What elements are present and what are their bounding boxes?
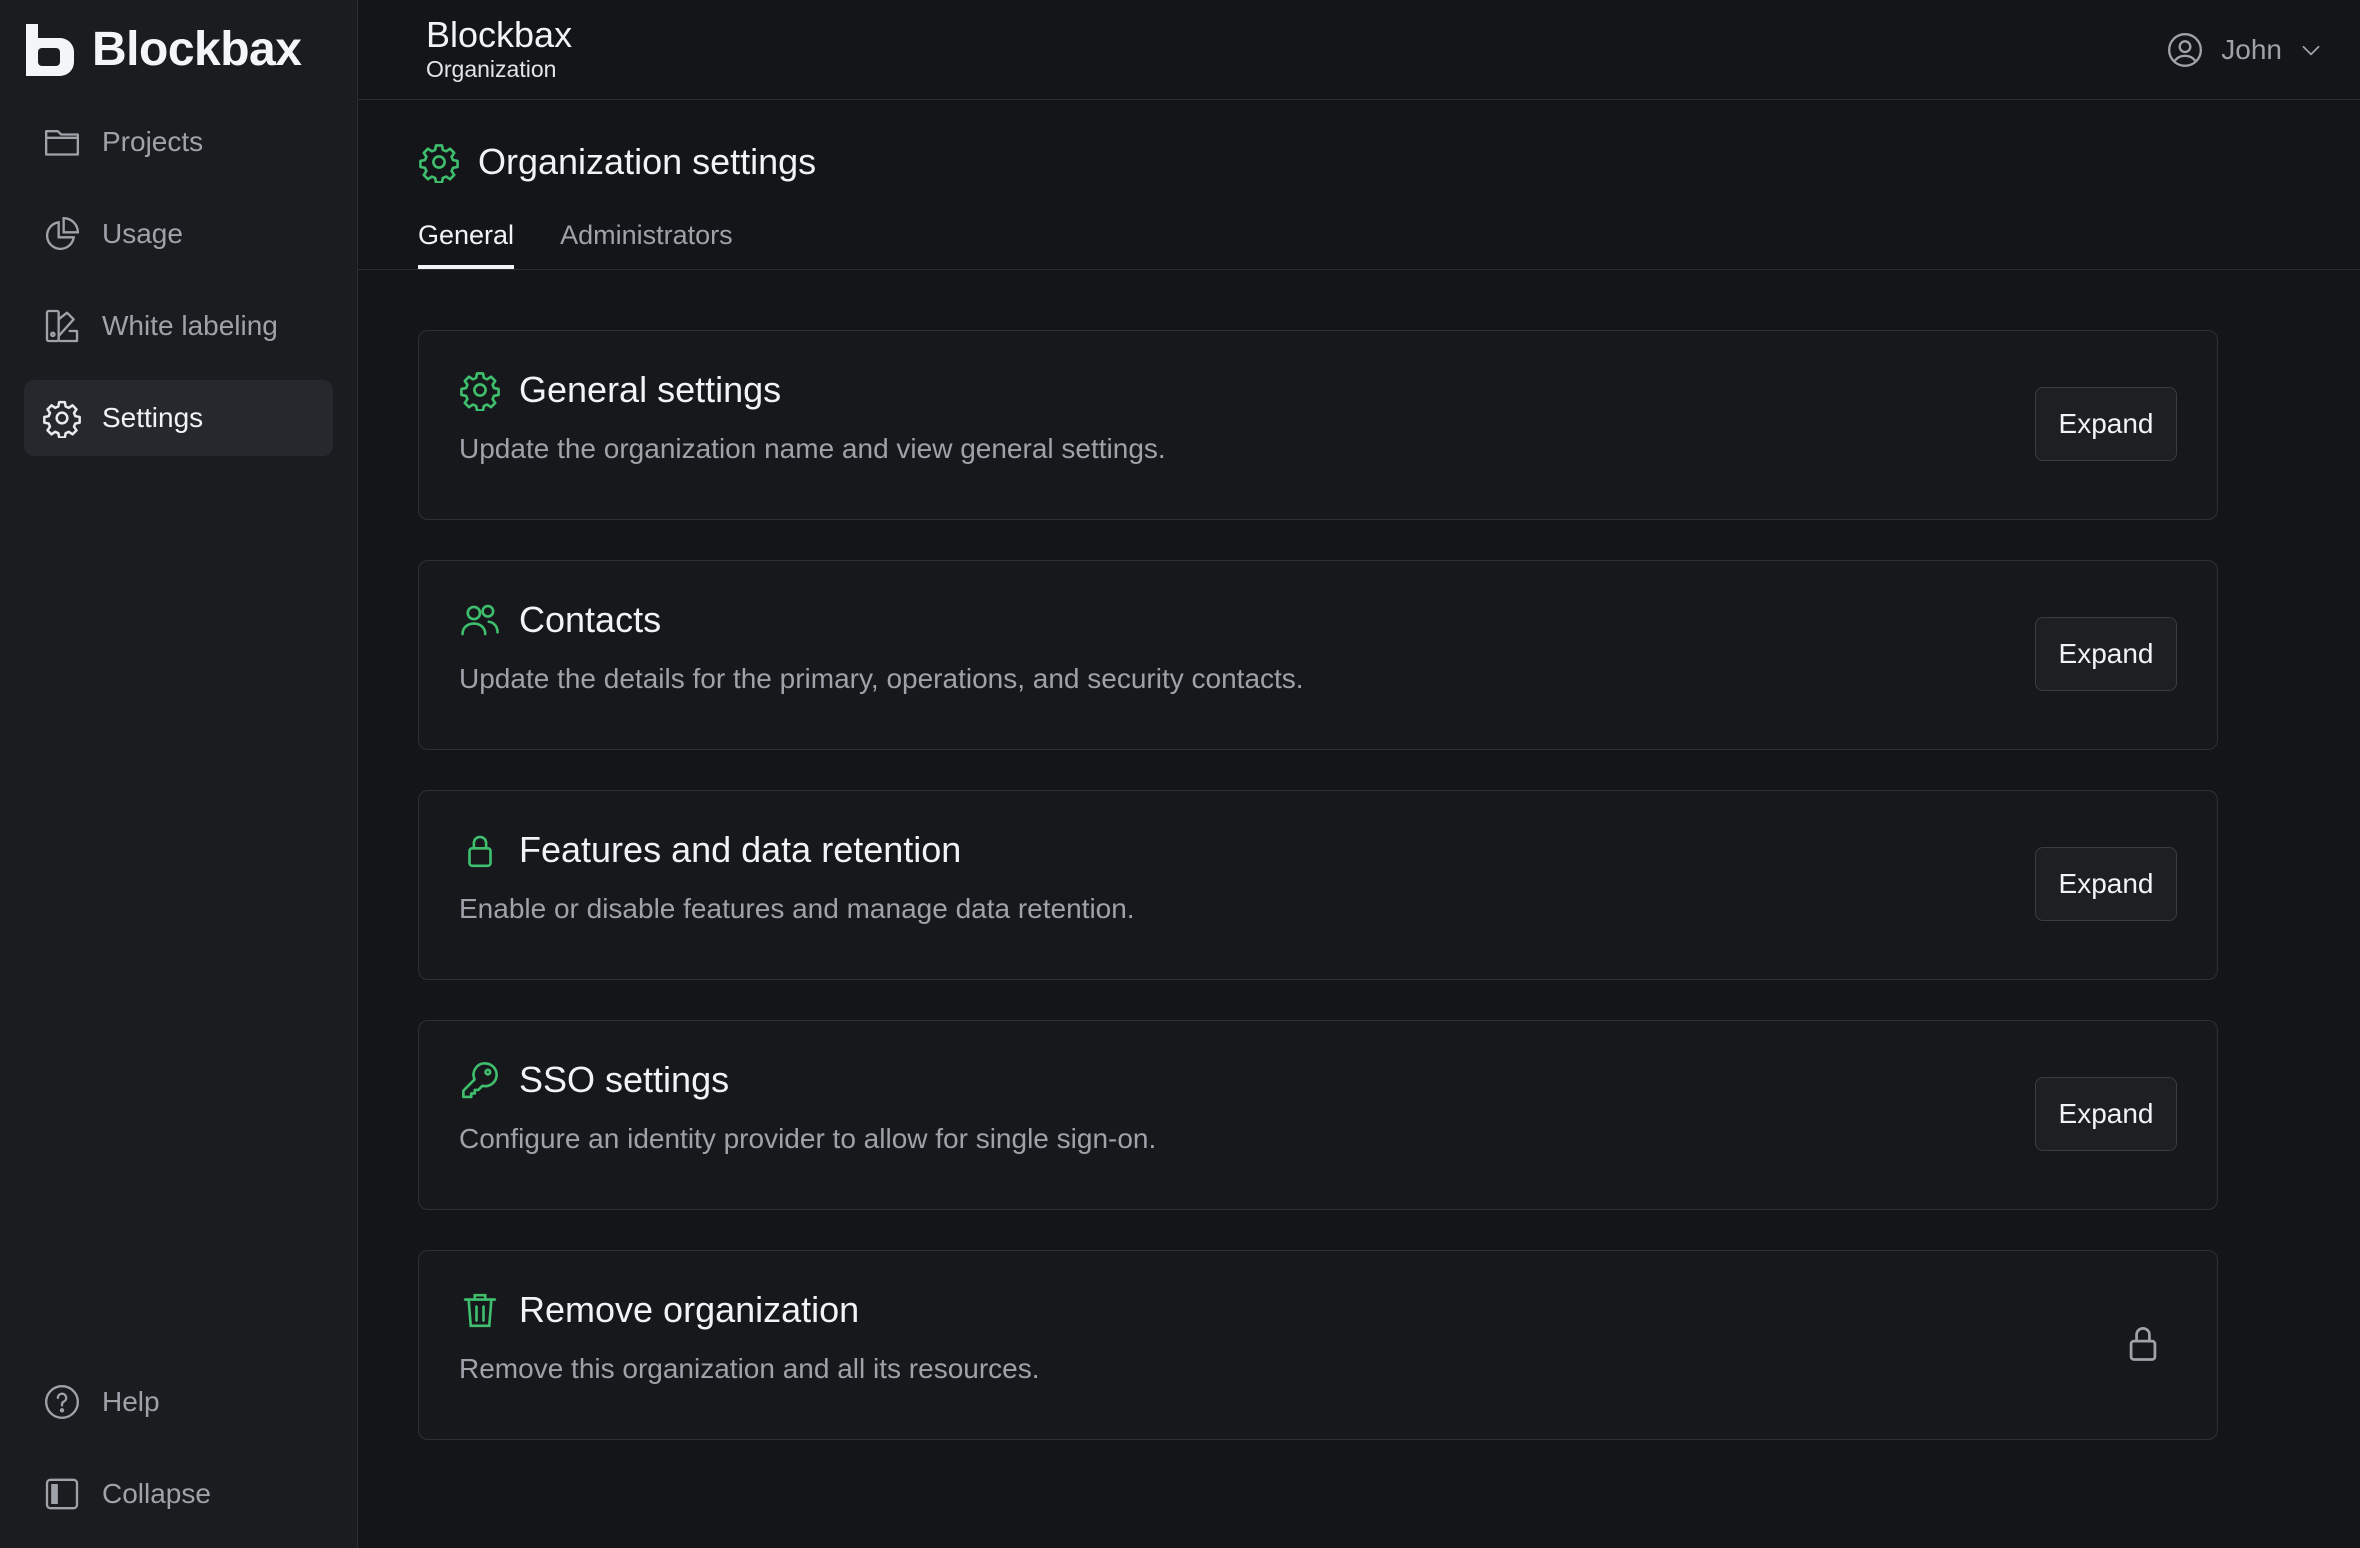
sidebar-nav: Projects Usage White labeling Settings xyxy=(0,104,357,456)
trash-icon xyxy=(459,1289,501,1331)
tab-bar: General Administrators xyxy=(358,220,2360,270)
sidebar-item-projects[interactable]: Projects xyxy=(24,104,333,180)
card-remove-organization: Remove organization Remove this organiza… xyxy=(418,1250,2218,1440)
sidebar-item-label: Usage xyxy=(102,218,183,249)
expand-contacts-button[interactable]: Expand xyxy=(2035,617,2177,691)
key-icon xyxy=(459,1059,501,1101)
tab-general[interactable]: General xyxy=(418,220,515,269)
card-description: Update the organization name and view ge… xyxy=(459,433,1166,464)
help-circle-icon xyxy=(42,1382,82,1422)
gear-icon xyxy=(42,398,82,438)
org-subtitle: Organization xyxy=(426,56,557,82)
expand-general-settings-button[interactable]: Expand xyxy=(2035,387,2177,461)
main-content: Blockbax Organization John Organization … xyxy=(358,0,2360,1548)
card-title: Remove organization xyxy=(459,1289,2217,1331)
page-title: Organization settings xyxy=(418,140,2360,184)
card-title-text: General settings xyxy=(519,369,782,410)
sidebar-item-white-labeling[interactable]: White labeling xyxy=(24,288,333,364)
sidebar-item-label: Settings xyxy=(102,402,204,433)
card-description: Update the details for the primary, oper… xyxy=(459,663,1304,694)
sidebar-footer: Help Collapse xyxy=(24,1364,333,1548)
card-title: SSO settings xyxy=(459,1059,2217,1101)
top-bar: Blockbax Organization John xyxy=(358,0,2360,100)
folder-icon xyxy=(42,122,82,162)
brand-logo[interactable]: Blockbax xyxy=(0,0,357,98)
card-features-data-retention: Features and data retention Enable or di… xyxy=(418,790,2218,980)
sidebar-item-label: Help xyxy=(102,1386,160,1417)
chevron-down-icon xyxy=(2298,37,2324,63)
blockbax-logo-icon xyxy=(22,20,80,78)
card-title-text: Contacts xyxy=(519,599,662,640)
user-name: John xyxy=(2221,33,2282,65)
card-title: Features and data retention xyxy=(459,829,2217,871)
gear-icon xyxy=(418,141,460,183)
card-sso-settings: SSO settings Configure an identity provi… xyxy=(418,1020,2218,1210)
card-description: Remove this organization and all its res… xyxy=(459,1353,1040,1384)
brand-name: Blockbax xyxy=(92,22,302,76)
tab-administrators[interactable]: Administrators xyxy=(560,220,733,269)
sidebar-collapse-icon xyxy=(42,1474,82,1514)
users-icon xyxy=(459,599,501,641)
sidebar-item-usage[interactable]: Usage xyxy=(24,196,333,272)
expand-features-button[interactable]: Expand xyxy=(2035,847,2177,921)
card-title: Contacts xyxy=(459,599,2217,641)
page-header: Organization settings General Administra… xyxy=(358,100,2360,270)
card-title-text: Features and data retention xyxy=(519,829,962,870)
sidebar-item-collapse[interactable]: Collapse xyxy=(24,1456,333,1532)
user-menu[interactable]: John xyxy=(2165,30,2324,70)
sidebar: Blockbax Projects Usage White labeling S… xyxy=(0,0,358,1548)
card-contacts: Contacts Update the details for the prim… xyxy=(418,560,2218,750)
sidebar-item-settings[interactable]: Settings xyxy=(24,380,333,456)
sidebar-item-label: White labeling xyxy=(102,310,278,341)
pie-chart-icon xyxy=(42,214,82,254)
lock-icon xyxy=(459,829,501,871)
user-avatar-icon xyxy=(2165,30,2205,70)
card-title-text: SSO settings xyxy=(519,1059,730,1100)
gear-icon xyxy=(459,369,501,411)
card-title-text: Remove organization xyxy=(519,1289,860,1330)
sidebar-item-label: Collapse xyxy=(102,1478,211,1509)
org-title: Blockbax xyxy=(426,14,573,55)
card-description: Enable or disable features and manage da… xyxy=(459,893,1135,924)
card-description: Configure an identity provider to allow … xyxy=(459,1123,1157,1154)
sidebar-item-help[interactable]: Help xyxy=(24,1364,333,1440)
lock-icon xyxy=(2121,1321,2165,1365)
card-general-settings: General settings Update the organization… xyxy=(418,330,2218,520)
org-switcher[interactable]: Blockbax Organization xyxy=(426,16,572,83)
palette-icon xyxy=(42,306,82,346)
expand-sso-button[interactable]: Expand xyxy=(2035,1077,2177,1151)
app: Blockbax Projects Usage White labeling S… xyxy=(0,0,2360,1548)
page-title-text: Organization settings xyxy=(478,141,817,182)
settings-cards: General settings Update the organization… xyxy=(358,270,2360,1480)
card-title: General settings xyxy=(459,369,2217,411)
sidebar-item-label: Projects xyxy=(102,126,204,157)
